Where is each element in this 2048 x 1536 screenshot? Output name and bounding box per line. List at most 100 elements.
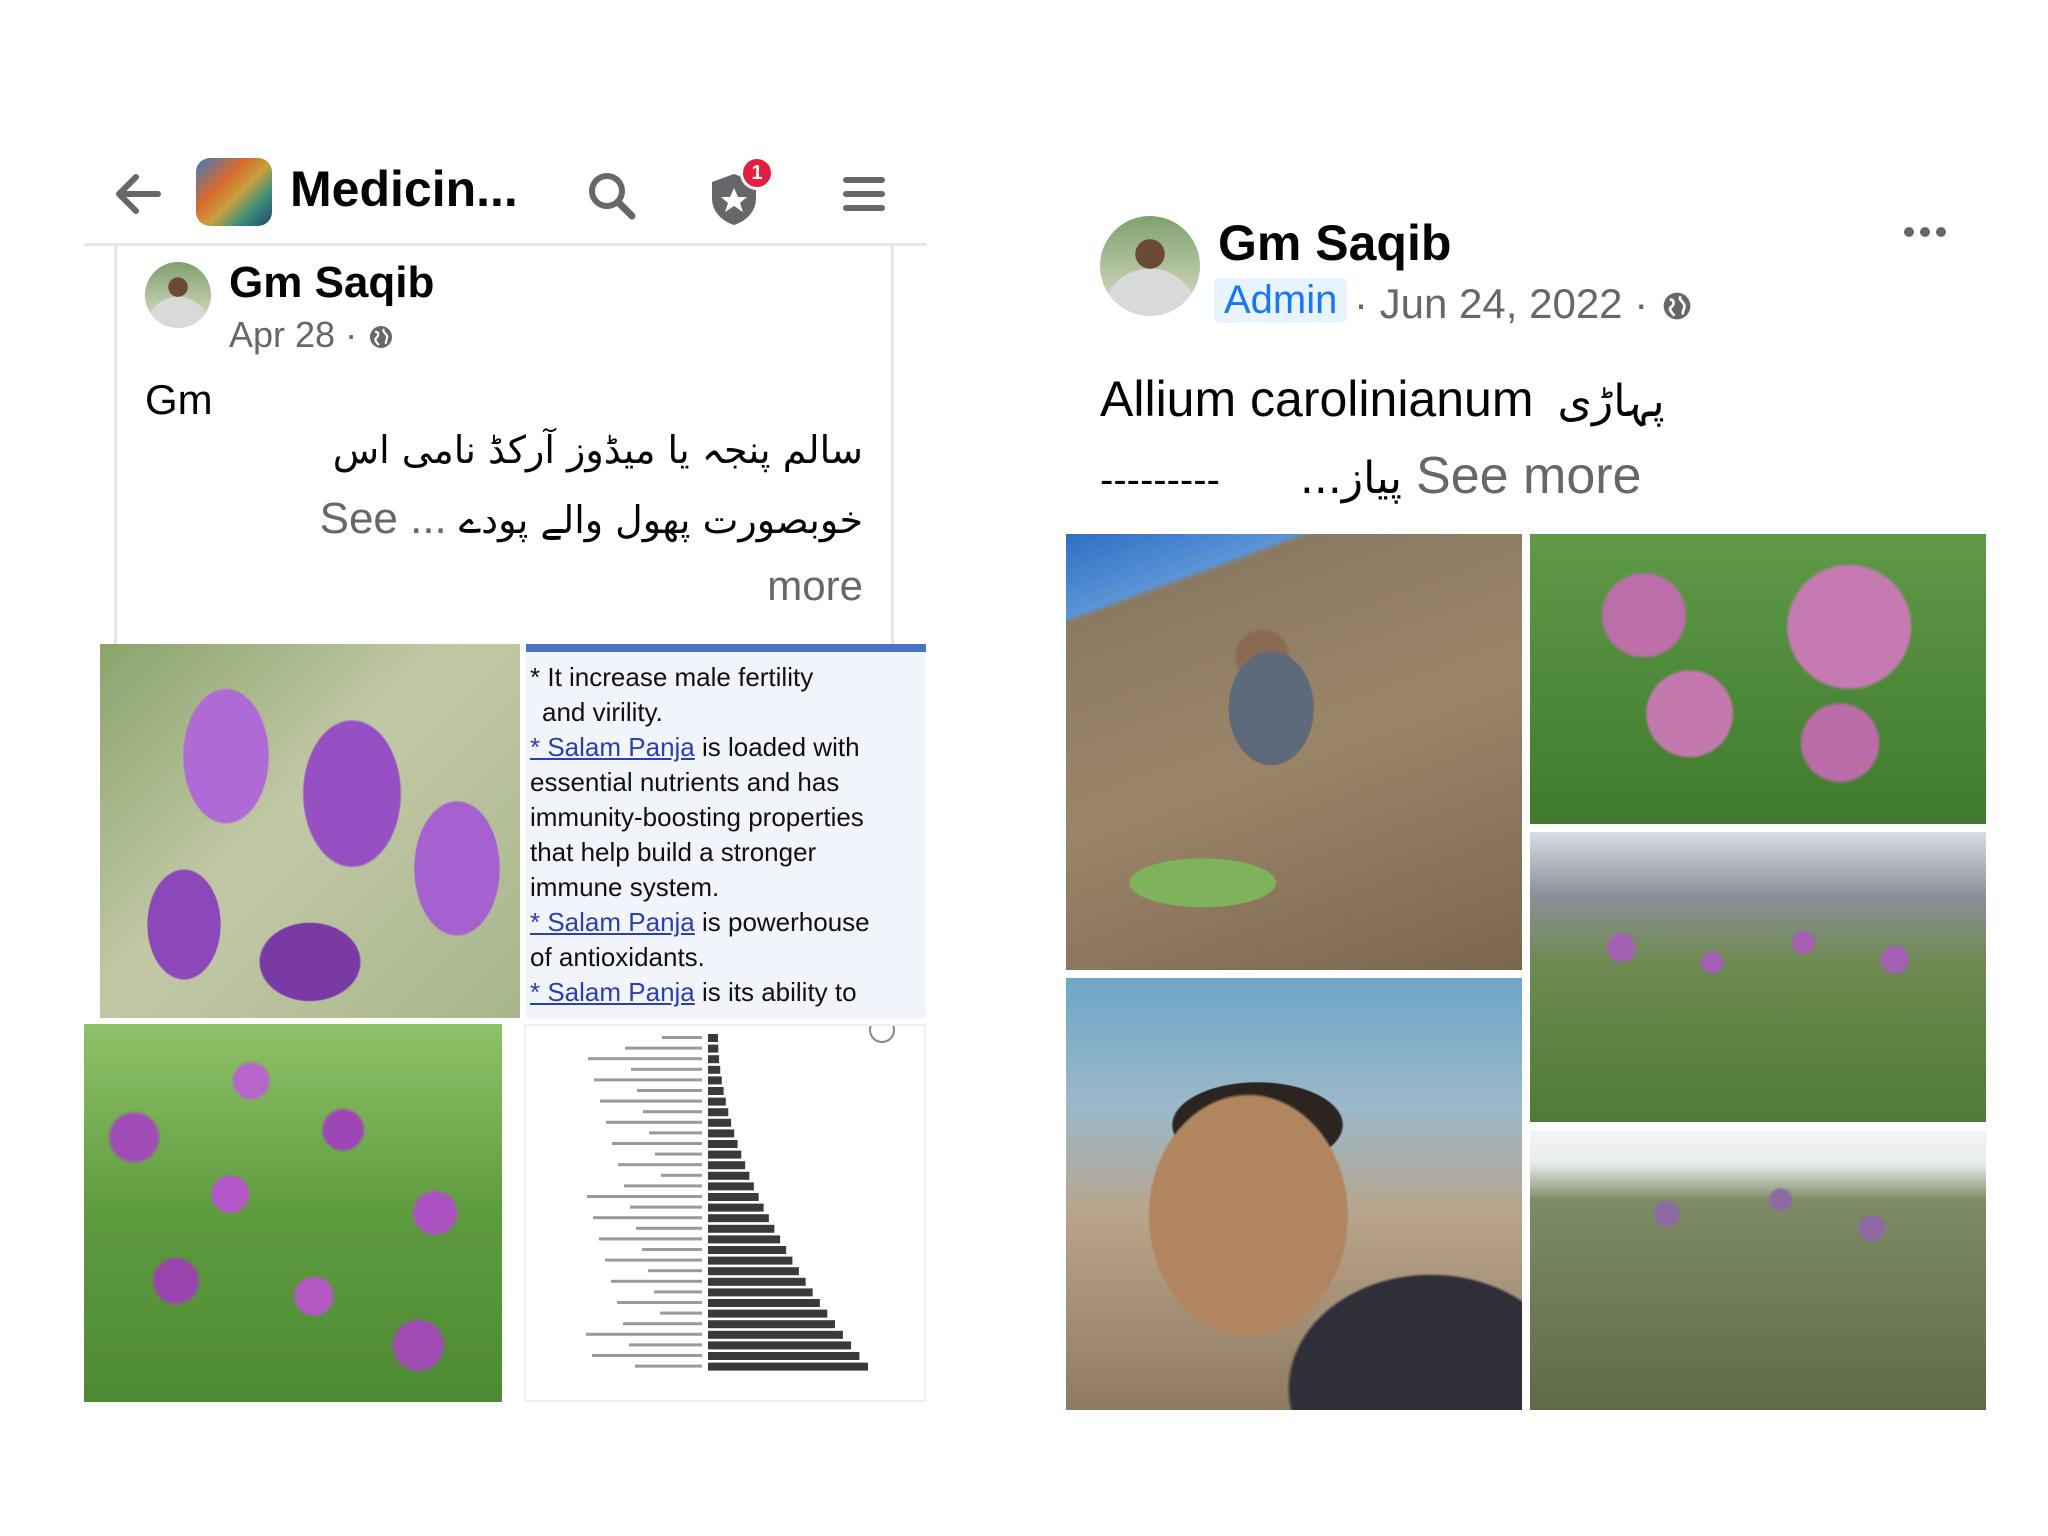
right-screenshot: Gm Saqib Admin · Jun 24, 2022 · Allium c… — [1066, 200, 1986, 1410]
post-text-urdu: سالم پنجہ یا میڈوز آرکڈ نامی اس — [332, 428, 863, 472]
chart-tick-label-line — [635, 1364, 702, 1368]
chart-bar — [708, 1108, 729, 1117]
man-on-hillside-image[interactable] — [1066, 534, 1522, 970]
chart-tick-label-line — [599, 1237, 702, 1241]
chart-tick-label-line — [654, 1290, 702, 1294]
chart-tick-label-line — [586, 1332, 702, 1336]
chart-bar — [708, 1087, 724, 1095]
panel-line: * Salam Panja is loaded with — [530, 732, 860, 762]
chart-tick-label-line — [662, 1036, 702, 1039]
chart-tick-label-line — [587, 1195, 702, 1198]
chart-bar — [708, 1129, 735, 1138]
panel-line: immunity-boosting properties — [530, 802, 864, 832]
chart-tick-label-line — [625, 1046, 702, 1050]
chart-bar — [708, 1055, 720, 1064]
chart-tick-label-line — [643, 1110, 702, 1114]
panel-line: * Salam Panja is its ability to — [530, 977, 857, 1007]
chart-bar — [708, 1065, 721, 1074]
panel-line: essential nutrients and has — [530, 767, 840, 797]
more-link[interactable]: more — [767, 562, 863, 610]
chart-tick-label-line — [623, 1322, 702, 1326]
chart-tick-label-line — [630, 1205, 702, 1209]
more-icon[interactable] — [1900, 220, 1950, 244]
see-more-link[interactable]: See more — [1416, 447, 1641, 505]
post-text-line-2: --------- پیاز... See more — [1100, 447, 1642, 505]
chart-tick-label-line — [606, 1120, 702, 1124]
chart-bar — [708, 1267, 799, 1276]
chart-bar — [708, 1150, 742, 1159]
chart-bar — [708, 1309, 828, 1318]
chart-bar — [708, 1277, 806, 1286]
chart-bar — [708, 1224, 775, 1233]
avatar[interactable] — [145, 262, 211, 328]
chart-tick-label-line — [648, 1269, 702, 1273]
search-icon[interactable] — [582, 166, 642, 226]
chart-tick-label-line — [611, 1279, 702, 1283]
chart-bar — [708, 1044, 719, 1053]
chart-tick-label-line — [655, 1152, 702, 1156]
salam-panja-link[interactable]: * Salam Panja — [530, 907, 695, 937]
chart-bar — [708, 1299, 820, 1307]
chart-tick-label-line — [649, 1131, 702, 1135]
post-meta: · Jun 24, 2022 · — [1354, 280, 1694, 328]
allium-mountain-image[interactable] — [1530, 832, 1986, 1122]
chart-bar — [708, 1256, 793, 1265]
notification-badge: 1 — [740, 156, 774, 190]
chart-bar — [708, 1034, 718, 1042]
post-author[interactable]: Gm Saqib — [229, 258, 434, 308]
chart-bar — [708, 1097, 726, 1106]
chart-tick-label-line — [617, 1301, 702, 1304]
selfie-image[interactable] — [1066, 978, 1522, 1410]
admin-badge: Admin — [1214, 278, 1348, 323]
benefits-text-image[interactable]: * It increase male fertility and virilit… — [526, 644, 926, 1018]
group-thumbnail[interactable] — [196, 158, 272, 226]
chart-bar — [708, 1341, 852, 1350]
panel-line: and virility. — [542, 697, 663, 727]
chart-bar — [708, 1246, 787, 1254]
chart-tick-label-line — [624, 1184, 702, 1188]
menu-icon[interactable] — [838, 168, 890, 220]
chart-tick-label-line — [636, 1226, 702, 1230]
avatar[interactable] — [1100, 216, 1200, 316]
chart-bar — [708, 1352, 860, 1360]
group-top-bar: Medicin... 1 — [84, 140, 926, 246]
salam-panja-link[interactable]: * Salam Panja — [530, 732, 695, 762]
chart-bar — [708, 1193, 759, 1201]
chart-tick-label-line — [600, 1099, 702, 1103]
chart-tick-label-line — [642, 1248, 702, 1251]
chart-bar — [708, 1171, 750, 1180]
chart-tick-label-line — [660, 1311, 702, 1315]
post-text: Allium carolinianum پہاڑی — [1100, 371, 1665, 427]
post-text: Gm — [145, 376, 213, 423]
allium-flower-closeup-image[interactable] — [1530, 534, 1986, 824]
chart-bar — [708, 1330, 843, 1339]
group-title[interactable]: Medicin... — [290, 160, 518, 218]
zoom-icon — [869, 1026, 895, 1043]
post-date[interactable]: · Jun 24, 2022 · — [1354, 280, 1648, 327]
chart-tick-label-line — [637, 1089, 702, 1092]
chart-tick-label-line — [631, 1067, 702, 1071]
chart-bar — [708, 1161, 746, 1170]
bar-chart-image[interactable] — [524, 1024, 926, 1402]
back-arrow-icon[interactable] — [108, 164, 168, 224]
chart-tick-label-line — [661, 1173, 702, 1177]
orchid-closeup-image[interactable] — [100, 644, 520, 1018]
salam-panja-link[interactable]: * Salam Panja — [530, 977, 695, 1007]
see-more-link[interactable]: See ... — [320, 494, 447, 543]
allium-field-image[interactable] — [1530, 1130, 1986, 1410]
post-author[interactable]: Gm Saqib — [1218, 214, 1451, 272]
chart-bar — [708, 1288, 813, 1297]
post-card: Gm Saqib Apr 28 · Gm سالم پنجہ یا میڈوز … — [114, 246, 894, 644]
panel-line: immune system. — [530, 872, 720, 902]
chart-bar — [708, 1362, 868, 1371]
chart-tick-label-line — [594, 1078, 702, 1082]
panel-line: of antioxidants. — [530, 942, 705, 972]
chart-tick-label-line — [618, 1163, 702, 1167]
chart-bar — [708, 1182, 754, 1191]
left-screenshot: Medicin... 1 Gm Saqib Apr 28 · Gm سالم پ… — [84, 140, 926, 1402]
globe-icon — [1663, 292, 1691, 320]
post-date[interactable]: Apr 28 · — [229, 314, 357, 355]
urdu-text: پہاڑی — [1557, 376, 1665, 427]
orchid-meadow-image[interactable] — [84, 1024, 502, 1402]
chart-tick-label-line — [612, 1142, 702, 1145]
